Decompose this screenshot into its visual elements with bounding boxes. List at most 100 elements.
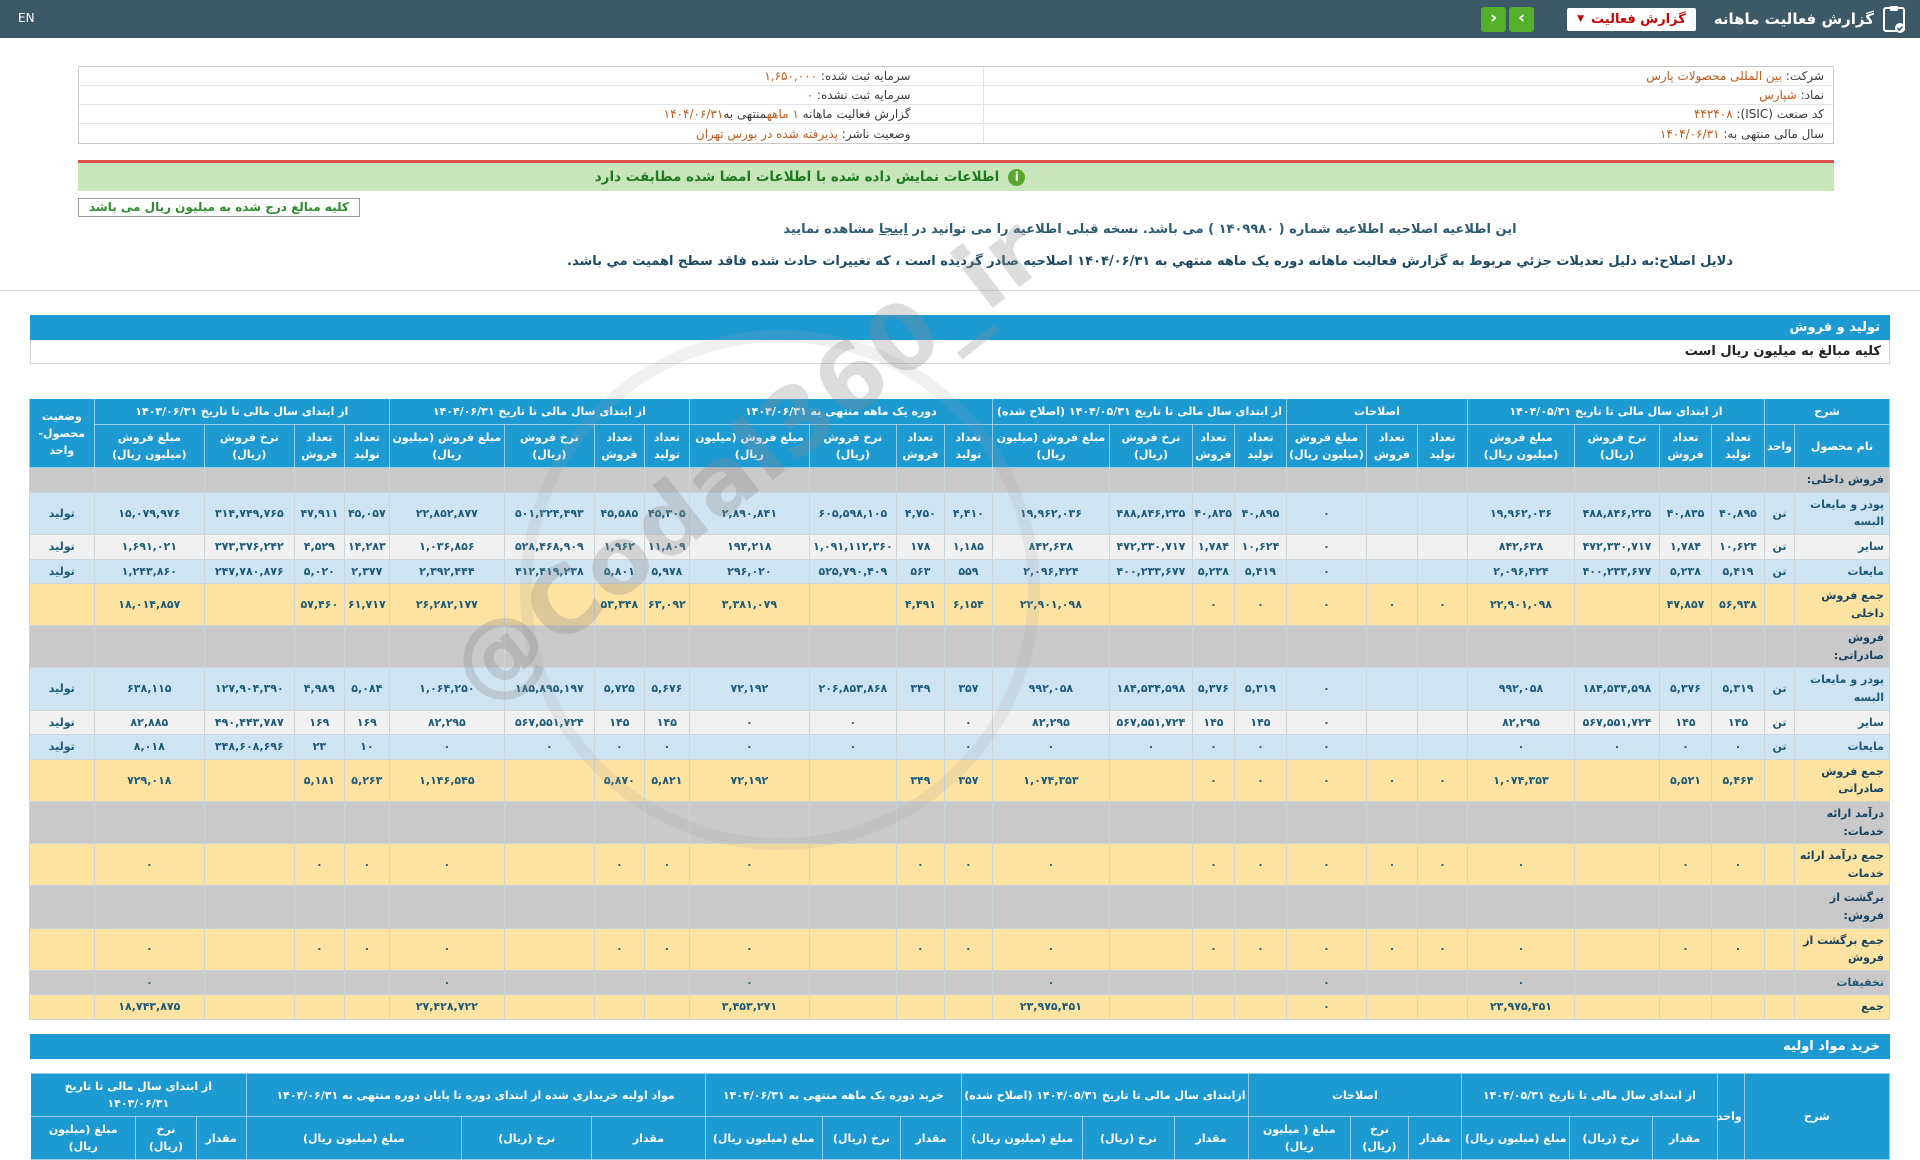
cell-value: ۰	[1734, 740, 1742, 754]
cell-value: ۰	[443, 858, 451, 872]
cell-value: ۵,۳۷۶	[1669, 682, 1702, 696]
table-cell: ۰	[1285, 533, 1367, 560]
info-value: ۱ ماهه	[766, 107, 799, 121]
cell-value: ۰	[1439, 942, 1446, 956]
cell-value: ۰	[917, 942, 924, 956]
cell-value: ۴۰,۸۳۵	[1194, 506, 1232, 520]
table-cell	[643, 969, 690, 996]
cell-value: تولید	[48, 506, 75, 520]
section-header-production-sales: تولید و فروش	[30, 315, 1890, 340]
table-cell: ۱۴۵	[1191, 709, 1235, 736]
cell-value: ۰	[1323, 1000, 1330, 1014]
cell-value: ۵,۰۸۴	[351, 682, 383, 696]
table-cell: ۱۱,۸۰۹	[643, 533, 690, 560]
cell-value: ۱,۰۶۴,۲۵۰	[419, 682, 475, 696]
cell-value: ۱,۰۳۶,۸۵۶	[419, 539, 475, 553]
info-cell-right: سال مالی منتهی به: ۱۴۰۴/۰۶/۳۱	[982, 124, 1834, 143]
cell-value: ۱,۷۸۴	[1197, 539, 1229, 553]
table-cell: ۰	[1191, 927, 1235, 971]
table-cell: ۱۹۴,۲۱۸	[688, 533, 810, 560]
next-report-button[interactable]: ›	[1509, 6, 1535, 32]
table-cell	[1108, 801, 1193, 845]
sub-column-header: تعداد فروش	[1365, 424, 1418, 469]
table-cell: ۴,۴۱۰	[943, 491, 993, 535]
table-cell	[1233, 885, 1287, 929]
table-cell	[943, 969, 993, 996]
table-cell	[688, 885, 810, 929]
table-cell: ۱۰,۶۲۴	[1711, 533, 1765, 560]
cell-value: ۶۱,۷۱۷	[347, 597, 386, 611]
info-value: ۱۴۰۴/۰۶/۳۱	[1659, 126, 1720, 141]
table-cell	[593, 801, 645, 845]
table-cell	[943, 467, 993, 493]
cell-value: ۷۲۹,۰۱۸	[127, 773, 172, 787]
table-cell	[1659, 467, 1712, 493]
table-cell: ۰	[593, 927, 645, 971]
cell-value: ۴۷,۹۱۱	[300, 506, 339, 520]
previous-report-button[interactable]: ‹	[1481, 6, 1507, 32]
signature-match-notice: i اطلاعات نمایش داده شده با اطلاعات امضا…	[78, 160, 1834, 191]
cell-value: ۷۲,۱۹۲	[730, 773, 769, 787]
table-cell	[388, 801, 505, 845]
purchase-sub-header: نرخ (ریال)	[461, 1116, 593, 1160]
table-cell: ۳۷۳,۳۷۶,۲۴۲	[203, 533, 295, 560]
cell-value: ۰	[315, 942, 323, 956]
language-switch-link[interactable]: EN	[18, 11, 35, 25]
cell-value: ۵,۴۶۴	[1722, 773, 1754, 787]
cell-value: ۱۲۷,۹۰۴,۳۹۰	[214, 682, 284, 696]
table-cell	[343, 969, 390, 996]
column-group-header: از ابتدای سال مالی تا تاریخ ۱۴۰۳/۰۶/۳۱	[93, 397, 390, 426]
cell-value: ۷۲,۱۹۲	[730, 682, 769, 696]
cell-value: ۸۴۲,۶۳۸	[1498, 539, 1544, 553]
report-type-dropdown[interactable]: گزارش فعالیت ▼	[1567, 7, 1696, 31]
table-cell: ۲۹۶,۰۲۰	[688, 558, 810, 585]
cell-value: ۰	[1047, 858, 1055, 872]
cell-value: ۰	[145, 975, 153, 989]
cell-value: ۳۷۳,۳۷۶,۲۴۲	[214, 539, 284, 553]
table-cell: ۰	[1466, 927, 1576, 971]
purchase-sub-header: نرخ (ریال)	[1082, 1116, 1175, 1160]
table-cell: ۴,۹۸۹	[293, 667, 345, 711]
cell-value: ۴۷۲,۳۳۰,۷۱۷	[1582, 539, 1652, 553]
table-cell: ۰	[943, 734, 993, 760]
table-cell: ۰	[293, 927, 345, 971]
sub-column-header: تعداد فروش	[293, 424, 345, 469]
info-value: ۱۴۰۴/۰۶/۳۱	[663, 107, 724, 121]
cell-value: ۱۴۵	[1203, 715, 1224, 729]
unit-cell	[1764, 801, 1795, 845]
cell-value: ۱,۰۷۴,۳۵۳	[1023, 773, 1079, 787]
table-cell: ۲,۳۹۲,۴۴۴	[388, 558, 505, 585]
cell-value: ۴۸۸,۸۴۶,۲۳۵	[1582, 506, 1652, 520]
info-row: کد صنعت (ISIC): ۴۴۲۴۰۸ گزارش فعالیت ماهان…	[79, 105, 1833, 124]
table-cell	[895, 625, 945, 669]
product-status-cell	[28, 843, 95, 887]
cell-value: ۱۱,۸۰۹	[648, 539, 686, 553]
table-cell: ۰	[1416, 927, 1468, 971]
cell-value: ۲۳,۹۷۵,۴۵۱	[1019, 1000, 1082, 1014]
cell-value: ۱,۷۸۴	[1669, 539, 1702, 553]
notice-inner: i اطلاعات نمایش داده شده با اطلاعات امضا…	[595, 168, 1026, 186]
cell-value: ۵,۴۱۹	[1722, 564, 1754, 578]
product-status-cell	[28, 969, 95, 996]
cell-value: ۰	[663, 942, 671, 956]
table-cell: ۲۰۶,۸۵۳,۸۶۸	[808, 667, 897, 711]
cell-value: ۵,۲۳۸	[1669, 564, 1702, 578]
table-cell: ۶۱,۷۱۷	[343, 583, 390, 627]
cell-value: ۲۷,۴۲۸,۷۲۲	[415, 1000, 478, 1014]
table-cell	[1233, 625, 1287, 669]
table-cell: ۰	[1108, 734, 1193, 760]
sub-column-header: مبلغ فروش (میلیون ریال)	[1285, 424, 1367, 469]
previous-version-link[interactable]: اینجا	[879, 222, 908, 237]
cell-value: ۰	[1323, 539, 1330, 553]
table-row: پودر و مایعات البسه تن ۵,۳۱۹ ۵,۳۷۶ ۱۸۴,۵۳۴,۵…	[28, 667, 1890, 711]
info-label: سرمایه ثبت شده:	[817, 69, 911, 83]
cell-value: ۰	[1323, 597, 1330, 611]
production-sales-table-wrap: شرح از ابتدای سال مالی تا تاریخ ۱۴۰۴/۰۵/۳…	[28, 397, 1890, 1020]
table-cell	[1108, 969, 1193, 996]
cell-value: ۱۰	[360, 740, 374, 754]
unit-cell	[1764, 625, 1795, 669]
table-cell	[808, 801, 897, 845]
table-cell	[1108, 467, 1193, 493]
sub-column-header: نرخ فروش (ریال)	[503, 424, 595, 469]
table-cell: ۳۵۷	[943, 667, 993, 711]
